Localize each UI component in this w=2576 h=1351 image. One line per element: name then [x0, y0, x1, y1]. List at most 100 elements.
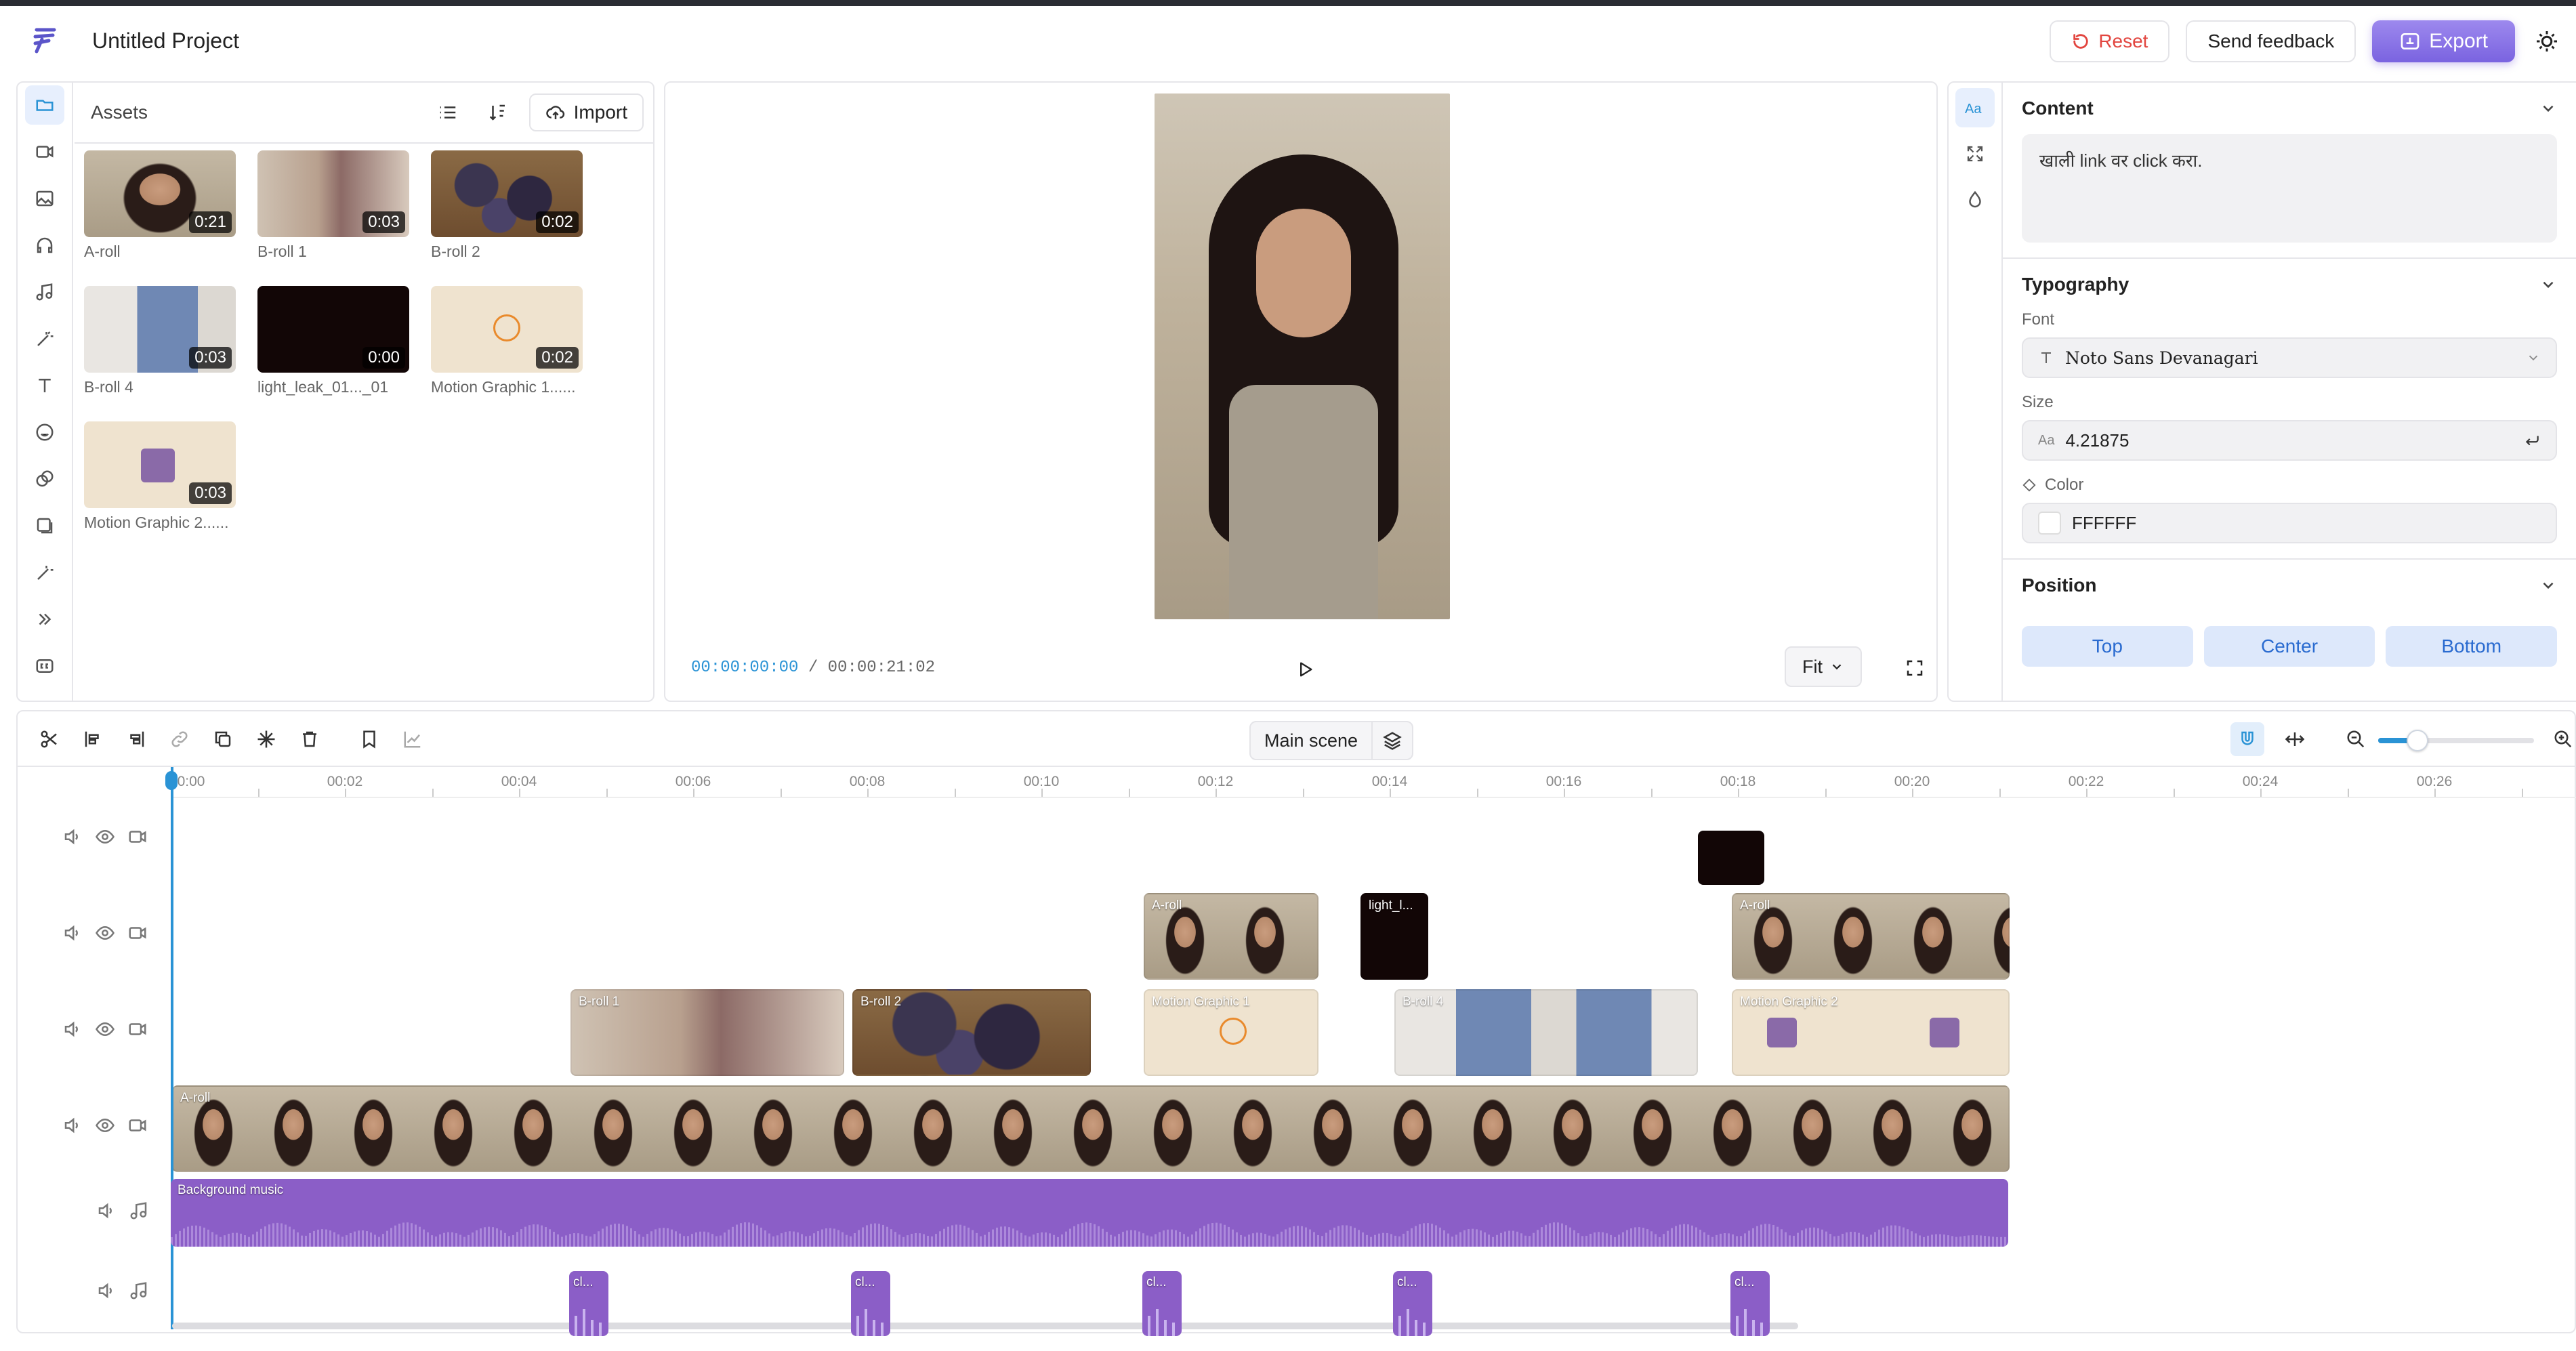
- asset-tile[interactable]: 0:03 Motion Graphic 2......: [84, 421, 236, 532]
- sound-effect-clip[interactable]: cl...: [851, 1271, 890, 1336]
- font-select[interactable]: Noto Sans Devanagari: [2022, 337, 2557, 378]
- eye-icon[interactable]: [95, 1115, 115, 1136]
- zoom-out-icon[interactable]: [2339, 722, 2373, 756]
- import-button[interactable]: Import: [528, 93, 644, 131]
- magnet-snap-icon[interactable]: [2230, 722, 2264, 756]
- app-logo-icon[interactable]: [24, 21, 65, 62]
- timeline-clip-motion-graphic-2[interactable]: Motion Graphic 2: [1732, 989, 2010, 1076]
- timeline-clip-a-roll[interactable]: A-roll: [1144, 893, 1318, 980]
- content-section-header[interactable]: Content: [2022, 98, 2557, 119]
- zoom-slider-thumb[interactable]: [2407, 730, 2428, 751]
- effects-icon[interactable]: [25, 553, 64, 592]
- scene-selector[interactable]: Main scene: [1249, 721, 1414, 760]
- timeline-clip-light-leak[interactable]: light_l...: [1360, 893, 1428, 980]
- duplicate-icon[interactable]: [206, 722, 240, 756]
- theme-toggle-icon[interactable]: [2531, 26, 2562, 57]
- fit-timeline-icon[interactable]: [2278, 722, 2312, 756]
- overlay-clip[interactable]: [1698, 831, 1764, 885]
- timeline-scrollbar[interactable]: [172, 1323, 1798, 1329]
- asset-tile[interactable]: 0:21 A-roll: [84, 150, 236, 261]
- keyframe-graph-icon[interactable]: [396, 722, 430, 756]
- eye-icon[interactable]: [95, 827, 115, 847]
- volume-icon[interactable]: [96, 1201, 117, 1221]
- size-input[interactable]: Aa 4.21875: [2022, 420, 2557, 461]
- timeline-clip-motion-graphic-1[interactable]: Motion Graphic 1: [1144, 989, 1318, 1076]
- text-icon[interactable]: [25, 366, 64, 405]
- image-icon[interactable]: [25, 179, 64, 218]
- split-icon[interactable]: [33, 722, 66, 756]
- sound-effect-clip[interactable]: cl...: [1142, 1271, 1182, 1336]
- content-title: Content: [2022, 98, 2094, 119]
- volume-icon[interactable]: [62, 923, 83, 943]
- template-icon[interactable]: [25, 506, 64, 545]
- zoom-slider[interactable]: [2378, 730, 2534, 751]
- headphones-icon[interactable]: [25, 226, 64, 265]
- color-input[interactable]: FFFFFF: [2022, 503, 2557, 543]
- trim-start-icon[interactable]: [76, 722, 110, 756]
- trim-end-icon[interactable]: [119, 722, 153, 756]
- text-style-tab-icon[interactable]: Aa: [1955, 88, 1995, 127]
- video-icon[interactable]: [25, 132, 64, 171]
- sort-icon[interactable]: [479, 93, 517, 131]
- typography-title: Typography: [2022, 274, 2130, 295]
- volume-icon[interactable]: [62, 1115, 83, 1136]
- track-controls: [62, 1019, 148, 1039]
- color-swatch[interactable]: [2038, 512, 2061, 535]
- position-center-button[interactable]: Center: [2203, 626, 2375, 667]
- sticker-icon[interactable]: [25, 413, 64, 452]
- timeline-ruler[interactable]: 0:00 00:02 00:04 00:06 00:08 00:10 00:12 00:14 0…: [171, 767, 2576, 798]
- sound-effect-clip[interactable]: cl...: [1393, 1271, 1432, 1336]
- typography-section-header[interactable]: Typography: [2022, 274, 2557, 295]
- color-drop-tab-icon[interactable]: [1955, 180, 1995, 220]
- freeze-icon[interactable]: [249, 722, 283, 756]
- reset-button[interactable]: Reset: [2050, 20, 2170, 62]
- return-icon[interactable]: [2523, 432, 2541, 449]
- list-view-icon[interactable]: [429, 93, 467, 131]
- import-label: Import: [573, 102, 627, 123]
- asset-tile[interactable]: 0:03 B-roll 4: [84, 286, 236, 396]
- zoom-fit-select[interactable]: Fit: [1785, 646, 1862, 687]
- position-bottom-button[interactable]: Bottom: [2386, 626, 2558, 667]
- project-title[interactable]: Untitled Project: [92, 28, 239, 54]
- music-icon[interactable]: [25, 272, 64, 312]
- chevron-down-icon: [2529, 355, 2538, 361]
- asset-tile[interactable]: 0:02 B-roll 2: [431, 150, 583, 261]
- asset-tile[interactable]: 0:02 Motion Graphic 1......: [431, 286, 583, 396]
- play-icon[interactable]: [1289, 653, 1321, 686]
- transform-tab-icon[interactable]: [1955, 134, 1995, 173]
- eye-icon[interactable]: [95, 923, 115, 943]
- timeline-clip-b-roll-4[interactable]: B-roll 4: [1394, 989, 1698, 1076]
- eye-icon[interactable]: [95, 1019, 115, 1039]
- send-feedback-button[interactable]: Send feedback: [2186, 20, 2356, 62]
- bookmark-icon[interactable]: [352, 722, 386, 756]
- svg-text:Aa: Aa: [1965, 102, 1982, 117]
- export-button[interactable]: Export: [2372, 20, 2515, 62]
- folder-icon[interactable]: [25, 85, 64, 125]
- timeline-clip-b-roll-2[interactable]: B-roll 2: [852, 989, 1091, 1076]
- sound-effect-clip[interactable]: cl...: [1730, 1271, 1770, 1336]
- volume-icon[interactable]: [62, 827, 83, 847]
- ruler-tick: [1041, 789, 1043, 797]
- volume-icon[interactable]: [96, 1281, 117, 1301]
- asset-tile[interactable]: 0:00 light_leak_01..._01: [257, 286, 409, 396]
- content-text-input[interactable]: खाली link वर click करा.: [2022, 134, 2557, 243]
- link-icon[interactable]: [163, 722, 196, 756]
- timeline-clip-a-roll[interactable]: A-roll: [1732, 893, 2010, 980]
- captions-icon[interactable]: [25, 646, 64, 686]
- asset-tile[interactable]: 0:03 B-roll 1: [257, 150, 409, 261]
- trash-icon[interactable]: [293, 722, 327, 756]
- zoom-in-icon[interactable]: [2546, 722, 2576, 756]
- sound-effect-clip[interactable]: cl...: [569, 1271, 608, 1336]
- video-preview[interactable]: [1155, 93, 1450, 619]
- timeline-clip-a-roll-main[interactable]: A-roll: [172, 1085, 2010, 1172]
- position-top-button[interactable]: Top: [2022, 626, 2193, 667]
- position-section-header[interactable]: Position: [2022, 575, 2557, 596]
- timeline-clip-b-roll-1[interactable]: B-roll 1: [570, 989, 844, 1076]
- magic-wand-icon[interactable]: [25, 319, 64, 358]
- fullscreen-icon[interactable]: [1898, 652, 1931, 684]
- background-music-clip[interactable]: Background music: [171, 1179, 2008, 1247]
- shapes-icon[interactable]: [25, 459, 64, 499]
- volume-icon[interactable]: [62, 1019, 83, 1039]
- chevrons-right-icon[interactable]: [25, 600, 64, 639]
- layers-icon[interactable]: [1373, 730, 1412, 751]
